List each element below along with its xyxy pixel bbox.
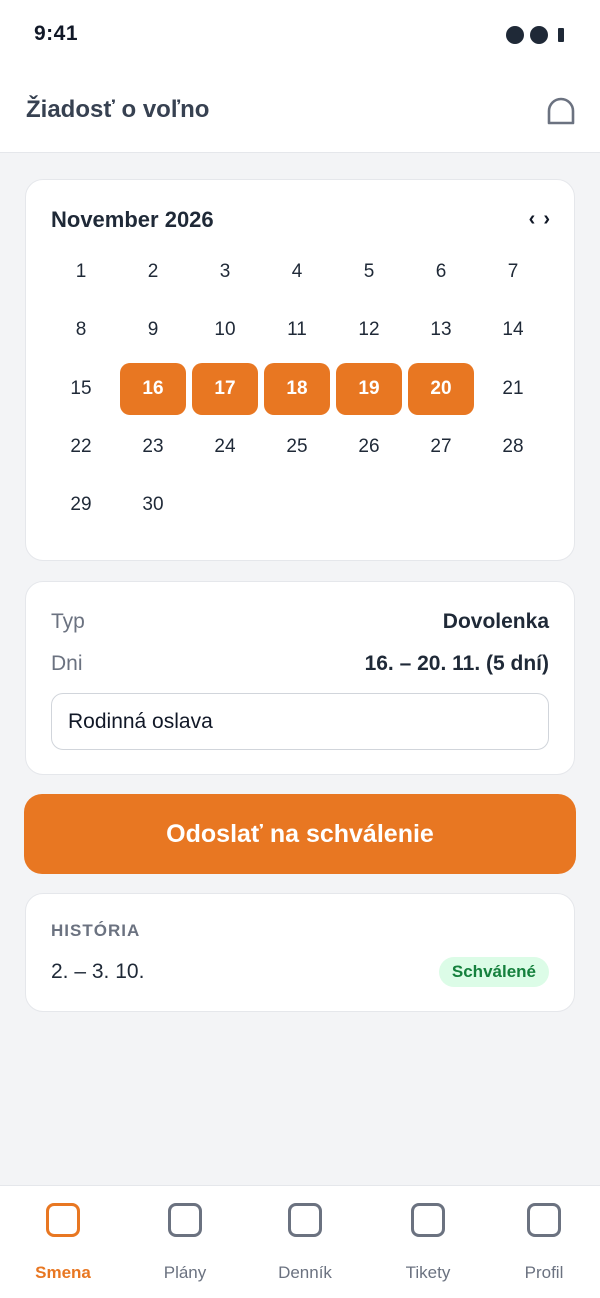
calendar-day-selected[interactable]: 20 xyxy=(408,362,474,415)
history-dates: 2. – 3. 10. xyxy=(51,960,145,983)
tab-label: Profil xyxy=(524,1263,564,1282)
calendar-day[interactable]: 13 xyxy=(408,304,474,356)
tab-label: Denník xyxy=(278,1263,332,1282)
next-month-button[interactable]: › xyxy=(543,208,550,230)
calendar-day-selected[interactable]: 18 xyxy=(264,362,330,415)
calendar-day[interactable]: 12 xyxy=(336,304,402,356)
days-value: 16. – 20. 11. (5 dní) xyxy=(364,652,549,675)
calendar-day[interactable]: 2 xyxy=(120,246,186,298)
history-title: HISTÓRIA xyxy=(51,921,141,940)
calendar-grid: 1 2 3 4 5 6 7 8 9 10 11 12 13 14 15 16 17 18 19 20 21 22 23 24 2… xyxy=(48,246,546,531)
tab-dennik[interactable]: Denník xyxy=(245,1186,365,1298)
calendar-day[interactable]: 28 xyxy=(480,421,546,473)
tickets-icon xyxy=(411,1203,445,1237)
app-header: Žiadosť o voľno xyxy=(0,72,600,153)
tab-bar: Smena Plány Denník Tikety Profil xyxy=(0,1185,600,1298)
history-card: HISTÓRIA 2. – 3. 10. Schválené xyxy=(25,893,575,1012)
calendar-day[interactable]: 26 xyxy=(336,421,402,473)
type-label: Typ xyxy=(51,610,85,633)
wifi-icon xyxy=(530,26,548,44)
shift-icon xyxy=(46,1203,80,1237)
battery-icon xyxy=(558,28,564,42)
request-form-card: Typ Dovolenka Dni 16. – 20. 11. (5 dní) xyxy=(25,581,575,775)
tab-profil[interactable]: Profil xyxy=(484,1186,600,1298)
calendar-day[interactable]: 10 xyxy=(192,304,258,356)
calendar-day[interactable]: 1 xyxy=(48,246,114,298)
status-icons xyxy=(506,26,564,44)
calendar-day[interactable]: 9 xyxy=(120,304,186,356)
submit-button[interactable]: Odoslať na schválenie xyxy=(24,794,576,874)
days-label: Dni xyxy=(51,652,83,675)
tab-tikety[interactable]: Tikety xyxy=(368,1186,488,1298)
bell-icon[interactable] xyxy=(546,96,576,126)
calendar-day[interactable]: 21 xyxy=(480,363,546,415)
calendar-day[interactable]: 23 xyxy=(120,421,186,473)
calendar-day[interactable]: 14 xyxy=(480,304,546,356)
calendar-day[interactable]: 30 xyxy=(120,479,186,531)
prev-month-button[interactable]: ‹ xyxy=(529,208,536,230)
plans-icon xyxy=(168,1203,202,1237)
calendar-day[interactable]: 24 xyxy=(192,421,258,473)
status-bar: 9:41 xyxy=(0,0,600,72)
page-title: Žiadosť o voľno xyxy=(26,96,210,123)
calendar-day-selected[interactable]: 16 xyxy=(120,362,186,415)
tab-label: Smena xyxy=(35,1263,91,1282)
calendar-day[interactable]: 27 xyxy=(408,421,474,473)
type-value: Dovolenka xyxy=(442,610,549,633)
tab-plany[interactable]: Plány xyxy=(125,1186,245,1298)
calendar-day-selected[interactable]: 17 xyxy=(192,362,258,415)
diary-icon xyxy=(288,1203,322,1237)
calendar-day[interactable]: 29 xyxy=(48,479,114,531)
calendar-day[interactable]: 5 xyxy=(336,246,402,298)
tab-smena[interactable]: Smena xyxy=(3,1186,123,1298)
signal-icon xyxy=(506,26,524,44)
type-row: Typ Dovolenka xyxy=(51,610,549,634)
note-input[interactable] xyxy=(51,693,549,750)
calendar-month: November 2026 xyxy=(51,207,214,232)
calendar-day[interactable]: 4 xyxy=(264,246,330,298)
calendar-day[interactable]: 25 xyxy=(264,421,330,473)
tab-label: Plány xyxy=(163,1263,207,1282)
calendar-day[interactable]: 8 xyxy=(48,304,114,356)
calendar-day-selected[interactable]: 19 xyxy=(336,362,402,415)
calendar-day[interactable]: 11 xyxy=(264,304,330,356)
days-row: Dni 16. – 20. 11. (5 dní) xyxy=(51,652,549,676)
calendar-day[interactable]: 6 xyxy=(408,246,474,298)
status-badge: Schválené xyxy=(438,957,549,987)
calendar-day[interactable]: 3 xyxy=(192,246,258,298)
calendar-nav: ‹ › xyxy=(529,208,550,230)
calendar-day[interactable]: 22 xyxy=(48,421,114,473)
tab-label: Tikety xyxy=(405,1263,451,1282)
calendar-day[interactable]: 15 xyxy=(48,363,114,415)
profile-icon xyxy=(527,1203,561,1237)
calendar-card: November 2026 ‹ › 1 2 3 4 5 6 7 8 9 10 11 12 13 14 15 1… xyxy=(25,179,575,561)
calendar-day[interactable]: 7 xyxy=(480,246,546,298)
status-time: 9:41 xyxy=(34,22,79,45)
